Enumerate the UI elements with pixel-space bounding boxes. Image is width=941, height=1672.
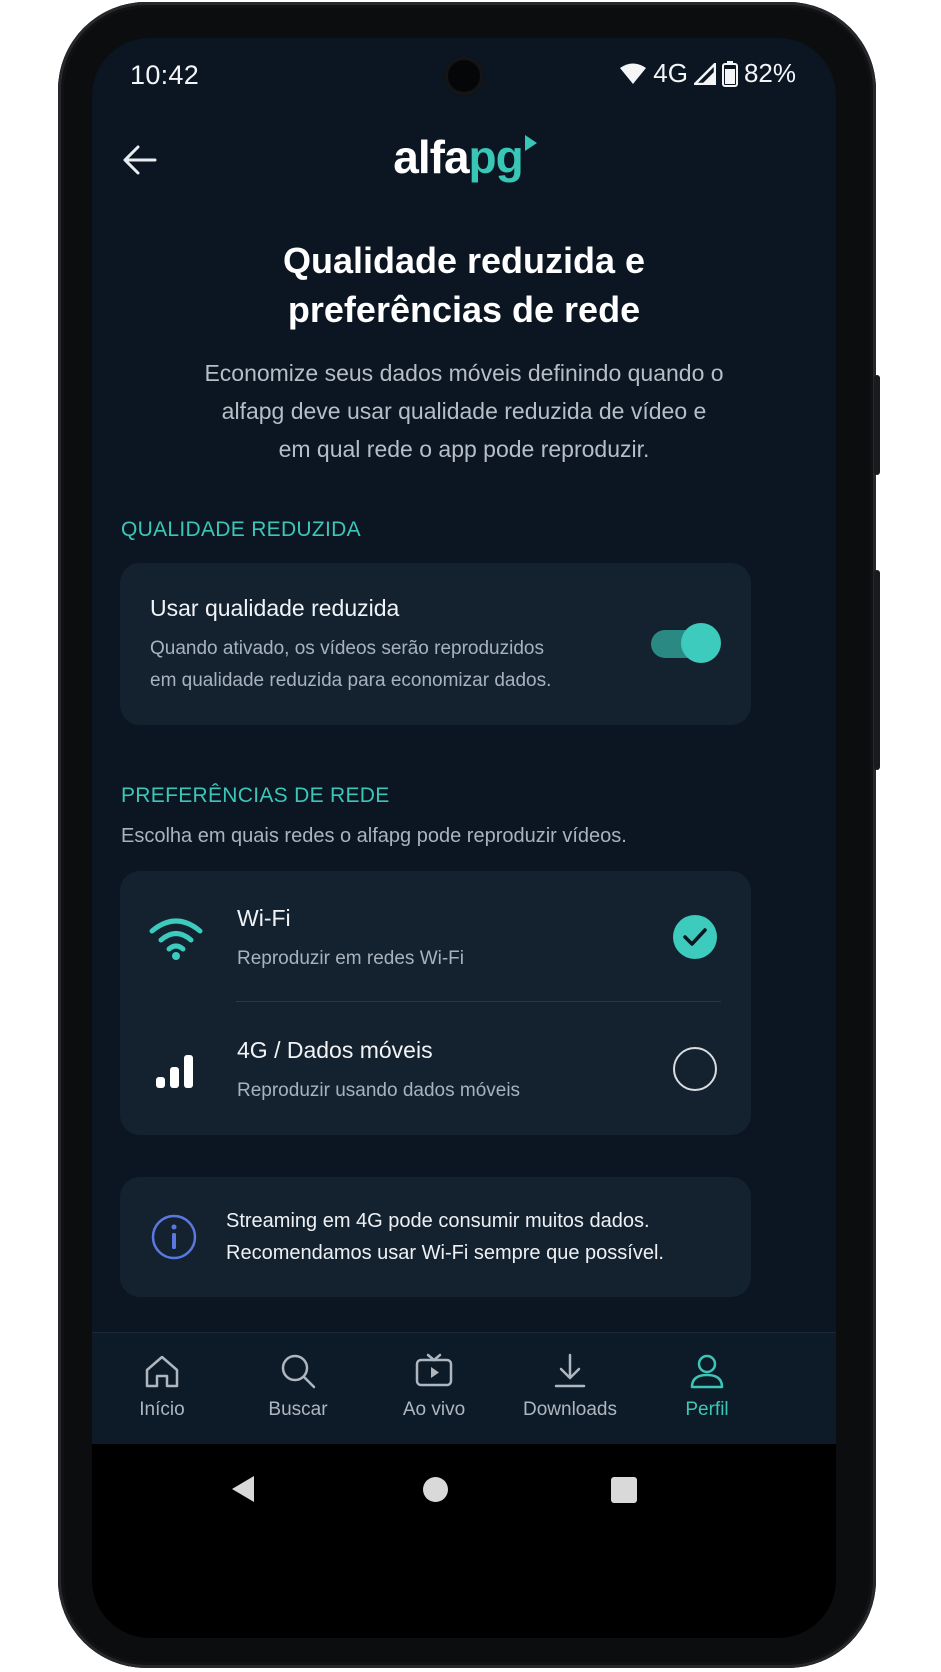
wifi-selected-checkbox[interactable] — [673, 915, 717, 959]
reduced-quality-title: Usar qualidade reduzida — [150, 595, 400, 621]
subtitle-line-2: alfapg deve usar qualidade reduzida de v… — [221, 398, 707, 424]
nav-item-home[interactable]: Início — [92, 1351, 232, 1421]
system-recents-button[interactable] — [611, 1477, 637, 1503]
network-card: Wi-Fi Reproduzir em redes Wi-Fi 4G / Dad… — [120, 871, 751, 1135]
download-icon — [554, 1353, 586, 1388]
section-label-network: PREFERÊNCIAS DE REDE — [121, 784, 390, 807]
nav-label-search: Buscar — [268, 1399, 328, 1420]
mobile-option-desc: Reproduzir usando dados móveis — [237, 1080, 521, 1101]
nav-label-home: Início — [139, 1399, 185, 1420]
signal-bars-icon — [156, 1055, 193, 1088]
battery-icon — [721, 60, 738, 87]
live-tv-icon — [415, 1353, 453, 1387]
reduced-quality-card: Usar qualidade reduzida Quando ativado, … — [120, 563, 751, 725]
page-subtitle: Economize seus dados móveis definindo qu… — [142, 354, 786, 468]
network-option-wifi[interactable]: Wi-Fi Reproduzir em redes Wi-Fi — [120, 871, 751, 1002]
reduced-quality-toggle[interactable] — [651, 623, 721, 663]
nav-item-downloads[interactable]: Downloads — [500, 1351, 640, 1421]
app-logo: alfapg — [92, 130, 836, 184]
power-button — [874, 375, 880, 475]
reduced-quality-desc: Quando ativado, os vídeos serão reproduz… — [150, 633, 551, 697]
nav-label-downloads: Downloads — [523, 1399, 617, 1420]
home-icon — [145, 1355, 179, 1388]
search-icon — [281, 1354, 316, 1389]
volume-button — [874, 570, 880, 770]
wifi-option-desc: Reproduzir em redes Wi-Fi — [237, 948, 464, 969]
status-bar: 10:42 4G 82% — [92, 38, 836, 118]
status-icons: 4G 82% — [619, 58, 796, 89]
info-card: Streaming em 4G pode consumir muitos dad… — [120, 1177, 751, 1297]
nav-item-live[interactable]: Ao vivo — [364, 1351, 504, 1421]
bottom-nav: Início Buscar Ao vivo Downloads Perfil — [92, 1332, 836, 1444]
info-text-line-1: Streaming em 4G pode consumir muitos dad… — [226, 1210, 650, 1232]
mobile-unselected-radio[interactable] — [673, 1047, 717, 1091]
screen: 10:42 4G 82% alfapg Qualidade reduzida e… — [92, 38, 836, 1638]
network-section-desc: Escolha em quais redes o alfapg pode rep… — [121, 825, 627, 847]
nav-label-profile: Perfil — [685, 1399, 729, 1420]
logo-text-pg: pg — [468, 131, 524, 183]
page-title: Qualidade reduzida e preferências de red… — [132, 236, 796, 334]
info-text: Streaming em 4G pode consumir muitos dad… — [226, 1205, 664, 1269]
title-line-1: Qualidade reduzida e — [282, 240, 646, 281]
option-divider — [236, 1001, 721, 1002]
wifi-status-icon — [620, 63, 647, 84]
checkmark-icon — [683, 928, 707, 946]
nav-item-search[interactable]: Buscar — [228, 1351, 368, 1421]
info-text-line-2: Recomendamos usar Wi-Fi sempre que possí… — [226, 1242, 664, 1264]
wifi-option-title: Wi-Fi — [237, 905, 291, 931]
system-nav-bar — [92, 1444, 836, 1638]
section-label-reduced-quality: QUALIDADE REDUZIDA — [121, 518, 361, 541]
subtitle-line-3: em qual rede o app pode reproduzir. — [278, 436, 650, 462]
status-time: 10:42 — [130, 60, 200, 90]
reduced-quality-desc-line-2: em qualidade reduzida para economizar da… — [150, 670, 552, 691]
system-home-button[interactable] — [423, 1477, 448, 1502]
system-back-button[interactable] — [232, 1476, 254, 1502]
battery-level: 82% — [743, 58, 796, 88]
network-type: 4G — [653, 58, 688, 88]
nav-label-live: Ao vivo — [402, 1399, 466, 1420]
profile-icon — [690, 1354, 724, 1389]
info-icon — [151, 1214, 197, 1260]
logo-text-alfa: alfa — [393, 131, 469, 183]
cell-signal-icon — [693, 62, 716, 85]
title-line-2: preferências de rede — [287, 289, 641, 330]
logo-play-icon — [524, 135, 537, 151]
network-option-mobile[interactable]: 4G / Dados móveis Reproduzir usando dado… — [120, 1003, 751, 1133]
wifi-icon — [149, 918, 203, 960]
mobile-option-title: 4G / Dados móveis — [237, 1037, 433, 1063]
nav-item-profile[interactable]: Perfil — [637, 1351, 777, 1421]
subtitle-line-1: Economize seus dados móveis definindo qu… — [204, 360, 724, 386]
reduced-quality-desc-line-1: Quando ativado, os vídeos serão reproduz… — [150, 638, 544, 659]
toggle-knob — [681, 623, 721, 663]
front-camera — [444, 56, 484, 96]
